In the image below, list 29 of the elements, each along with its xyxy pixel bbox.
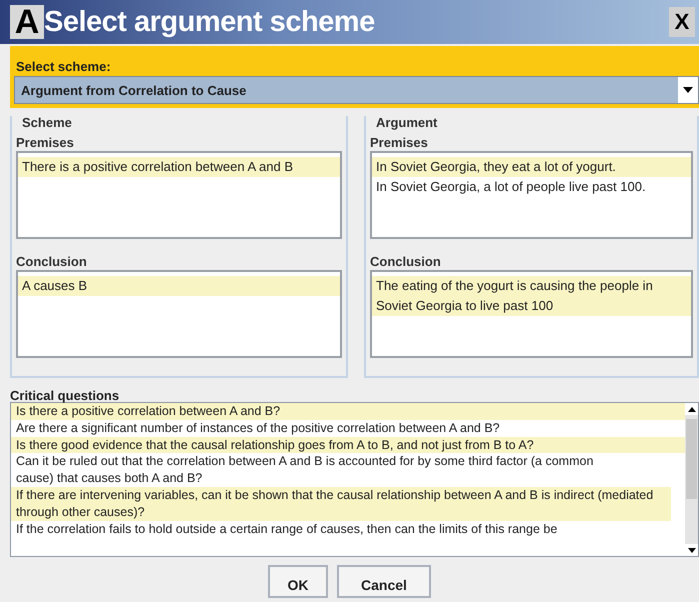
panel-title: Argument xyxy=(376,116,438,132)
text-area[interactable]: There is a positive correlation between A and B xyxy=(16,151,342,239)
scroll-up-icon[interactable] xyxy=(688,406,696,412)
text-area[interactable]: A causes B xyxy=(16,270,342,358)
field-label: Select scheme: xyxy=(16,58,112,76)
field-label: Premises xyxy=(16,134,75,151)
text-area[interactable]: The eating of the yogurt is causing the people in Soviet Georgia to live past 100 xyxy=(370,270,693,358)
caret-icon xyxy=(683,87,693,93)
text-area[interactable]: In Soviet Georgia, they eat a lot of yogurt. In Soviet Georgia, a lot of people live past 100. xyxy=(370,151,693,239)
close-button[interactable]: X xyxy=(669,7,695,37)
dialog-button[interactable]: Cancel xyxy=(337,565,431,598)
question-item[interactable]: Are there a significant number of instances of the positive correlation between A and B? xyxy=(11,420,685,437)
field-label: Conclusion xyxy=(370,253,442,270)
question-item[interactable]: If there are intervening variables, can it be shown that the causal relationship between A and B is indirect (mediated through other causes)? xyxy=(11,486,671,521)
question-item[interactable]: Is there good evidence that the causal relationship goes from A to B, and not just from B to A? xyxy=(11,436,685,454)
question-item[interactable]: Can it be ruled out that the correlation between A and B is accounted for by some third factor (a common cause) that causes both A and B? xyxy=(11,453,631,487)
scheme-dropdown[interactable]: Argument from Correlation to Cause xyxy=(14,76,699,104)
app-icon: A xyxy=(10,5,44,39)
window-title: Select argument scheme xyxy=(44,6,376,38)
scrollbar[interactable] xyxy=(685,403,698,556)
dialog-button[interactable]: OK xyxy=(268,565,328,598)
panel-title: Scheme xyxy=(22,116,73,132)
question-item[interactable]: If the correlation fails to hold outside a certain range of causes, then can the limits of this range be xyxy=(11,520,685,538)
section-label: Critical questions xyxy=(10,390,120,402)
field-label: Premises xyxy=(370,134,429,151)
scroll-down-icon[interactable] xyxy=(688,548,696,552)
question-item[interactable]: Is there a positive correlation between A and B? xyxy=(11,403,685,420)
field-label: Conclusion xyxy=(16,253,88,270)
text-line: In Soviet Georgia, a lot of people live past 100. xyxy=(375,178,647,196)
